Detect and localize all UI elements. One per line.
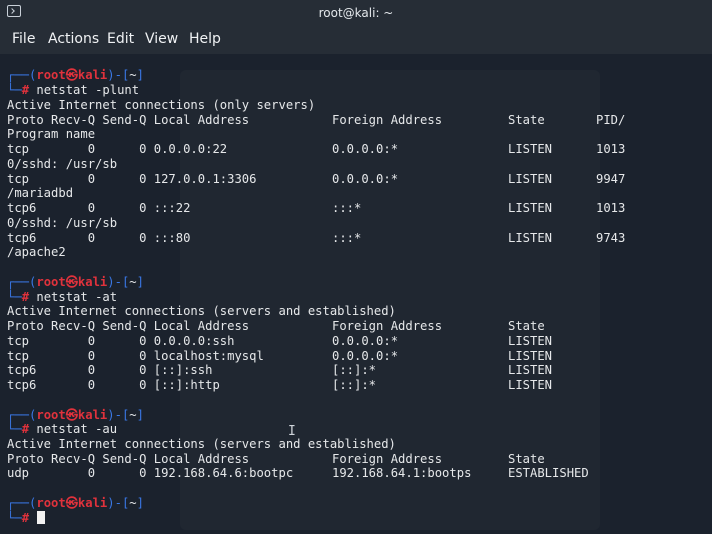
prompt-top-line: ┌──(root㉿kali)-[~]: [7, 275, 144, 289]
column-headers: Proto Recv-Q Send-Q Local Address Foreig…: [7, 452, 545, 466]
prompt-top-line: ┌──(root㉿kali)-[~]: [7, 68, 144, 82]
table-row: tcp 0 0 0.0.0.0:ssh 0.0.0.0:* LISTEN: [7, 334, 553, 348]
prompt-top-line: ┌──(root㉿kali)-[~]: [7, 496, 144, 510]
prompt-input-line[interactable]: └─#: [7, 511, 46, 525]
output-header: Active Internet connections (servers and…: [7, 437, 396, 451]
prompt-command-line: └─# netstat -at: [7, 290, 118, 304]
prompt-command-line: └─# netstat -au: [7, 422, 118, 436]
mouse-ibeam-cursor-icon: I: [288, 424, 296, 439]
menu-actions[interactable]: Actions: [48, 31, 99, 47]
table-row-wrap: /mariadbd: [7, 186, 74, 200]
table-row: tcp6 0 0 :::22 :::* LISTEN 1013: [7, 201, 626, 215]
table-row: tcp 0 0 127.0.0.1:3306 0.0.0.0:* LISTEN …: [7, 172, 626, 186]
command-text: netstat -plunt: [36, 83, 140, 97]
menu-file[interactable]: File: [12, 31, 35, 47]
prompt-top-line: ┌──(root㉿kali)-[~]: [7, 408, 144, 422]
output-header: Active Internet connections (only server…: [7, 98, 316, 112]
command-text: netstat -au: [36, 422, 118, 436]
table-row: tcp6 0 0 :::80 :::* LISTEN 9743: [7, 231, 626, 245]
menu-bar: File Actions Edit View Help: [0, 26, 712, 54]
table-row-wrap: /apache2: [7, 245, 66, 259]
menu-view[interactable]: View: [145, 31, 178, 47]
table-row: tcp 0 0 0.0.0.0:22 0.0.0.0:* LISTEN 1013: [7, 142, 626, 156]
text-cursor: [37, 511, 46, 524]
column-headers-wrap: Program name: [7, 127, 96, 141]
window-title: root@kali: ~: [318, 6, 394, 20]
table-row: tcp 0 0 localhost:mysql 0.0.0.0:* LISTEN: [7, 349, 553, 363]
column-headers: Proto Recv-Q Send-Q Local Address Foreig…: [7, 113, 626, 127]
table-row: tcp6 0 0 [::]:http [::]:* LISTEN: [7, 378, 553, 392]
command-text: netstat -at: [36, 290, 118, 304]
table-row-wrap: 0/sshd: /usr/sb: [7, 216, 118, 230]
title-bar[interactable]: root@kali: ~: [0, 0, 712, 26]
table-row: udp 0 0 192.168.64.6:bootpc 192.168.64.1…: [7, 466, 589, 480]
prompt-command-line: └─# netstat -plunt: [7, 83, 140, 97]
column-headers: Proto Recv-Q Send-Q Local Address Foreig…: [7, 319, 545, 333]
table-row: tcp6 0 0 [::]:ssh [::]:* LISTEN: [7, 363, 553, 377]
output-header: Active Internet connections (servers and…: [7, 304, 396, 318]
menu-edit[interactable]: Edit: [107, 31, 134, 47]
table-row-wrap: 0/sshd: /usr/sb: [7, 157, 118, 171]
menu-help[interactable]: Help: [189, 31, 221, 47]
